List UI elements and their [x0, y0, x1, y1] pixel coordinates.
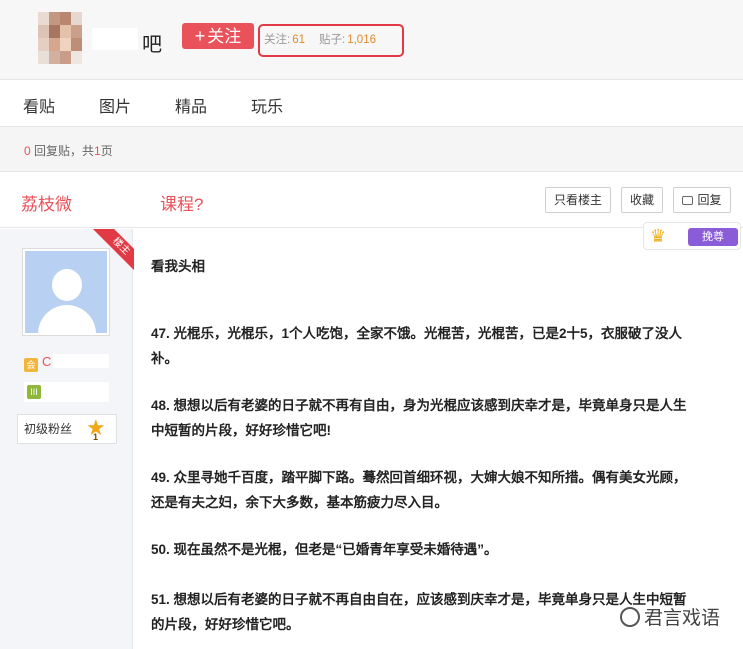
plus-icon: + — [194, 26, 206, 46]
tab-fun[interactable]: 玩乐 — [251, 93, 283, 117]
tab-images[interactable]: 图片 — [99, 93, 131, 117]
paragraph-line: 中短暂的片段，好好珍惜它吧! — [151, 423, 331, 438]
page-suffix: 页 — [100, 144, 113, 158]
post-headline: 看我头相 — [151, 259, 205, 274]
author-name[interactable]: 会C — [24, 354, 110, 372]
forum-avatar[interactable] — [38, 12, 82, 64]
forum-name-redacted — [92, 28, 138, 50]
default-avatar-head — [52, 269, 82, 301]
rank-level: 1 — [93, 432, 99, 442]
paragraph-line: 48. 想想以后有老婆的日子就不再有自由，身为光棍应该感到庆幸才是，毕竟单身只是… — [151, 398, 687, 413]
thread-page-info: 0 回复贴，共1页 — [0, 127, 743, 172]
watermark-text: 君言戏语 — [644, 608, 721, 629]
thread-title-start: 荔枝微 — [21, 195, 72, 214]
reply-count: 0 — [24, 144, 31, 158]
default-avatar-body — [38, 305, 96, 333]
paragraph-line: 还是有夫之妇，余下大多数，基本筋疲力尽入目。 — [151, 495, 448, 510]
post-paragraph: 48. 想想以后有老婆的日子就不再有自由，身为光棍应该感到庆幸才是，毕竟单身只是… — [151, 393, 716, 443]
paragraph-line: 50. 现在虽然不是光棍，但老是“已婚青年享受未婚待遇”。 — [151, 542, 498, 557]
member-icon: 会 — [24, 358, 38, 372]
wanzun-badge[interactable]: ♛ 挽尊 — [643, 222, 741, 250]
forum-stats: 关注: 61 贴子: 1,016 — [258, 24, 404, 57]
thread-title-end: 课程? — [160, 195, 204, 214]
author-rank-badge[interactable]: 初级粉丝 ★ 1 — [17, 414, 117, 444]
level-icon: III — [27, 385, 41, 399]
post-paragraph: 50. 现在虽然不是光棍，但老是“已婚青年享受未婚待遇”。 — [151, 537, 716, 562]
author-name-visible: C — [42, 354, 52, 369]
watermark: 君言戏语 — [620, 603, 720, 630]
reply-icon — [682, 196, 694, 205]
crown-icon: ♛ — [650, 226, 667, 246]
posts-count: 1,016 — [347, 34, 376, 46]
post-paragraph: 49. 众里寻她千百度，踏平脚下路。蓦然回首细环视，大婶大娘不知所措。偶有美女光… — [151, 465, 716, 515]
tab-posts[interactable]: 看贴 — [23, 93, 55, 117]
forum-tabs: 看贴 图片 精品 玩乐 — [0, 81, 743, 127]
reply-label: 回复 — [697, 193, 722, 207]
only-op-button[interactable]: 只看楼主 — [545, 187, 611, 213]
posts-count-label: 贴子: — [319, 34, 346, 46]
forum-header: 吧 + 关注 关注: 61 贴子: 1,016 — [0, 0, 743, 80]
thread-title-bar: 荔枝微 课程? 只看楼主 收藏 回复 — [0, 172, 743, 228]
follow-label: 关注 — [207, 27, 242, 46]
forum-name-suffix: 吧 — [142, 34, 162, 56]
wechat-icon — [620, 607, 640, 627]
reply-button[interactable]: 回复 — [673, 187, 731, 213]
follow-count: 61 — [292, 34, 305, 46]
wanzun-label: 挽尊 — [688, 228, 738, 246]
tab-featured[interactable]: 精品 — [175, 93, 207, 117]
post-paragraph: 47. 光棍乐，光棍乐，1个人吃饱，全家不饿。光棍苦，光棍苦，已是2十5，衣服破… — [151, 321, 716, 371]
author-name-redacted — [53, 354, 110, 368]
page-count[interactable]: 1 — [94, 144, 101, 158]
author-level-row: III — [24, 382, 109, 402]
favorite-button[interactable]: 收藏 — [621, 187, 663, 213]
follow-button[interactable]: + 关注 — [182, 23, 254, 49]
paragraph-line: 47. 光棍乐，光棍乐，1个人吃饱，全家不饿。光棍苦，光棍苦，已是2十5，衣服破… — [151, 326, 683, 341]
rank-label: 初级粉丝 — [24, 422, 73, 436]
paragraph-line: 49. 众里寻她千百度，踏平脚下路。蓦然回首细环视，大婶大娘不知所措。偶有美女光… — [151, 470, 687, 485]
author-avatar[interactable] — [22, 248, 110, 336]
follow-count-label: 关注: — [264, 34, 291, 46]
paragraph-line: 补。 — [151, 351, 178, 366]
thread-title: 荔枝微 课程? — [21, 190, 203, 215]
reply-text: 回复贴，共 — [34, 144, 95, 158]
